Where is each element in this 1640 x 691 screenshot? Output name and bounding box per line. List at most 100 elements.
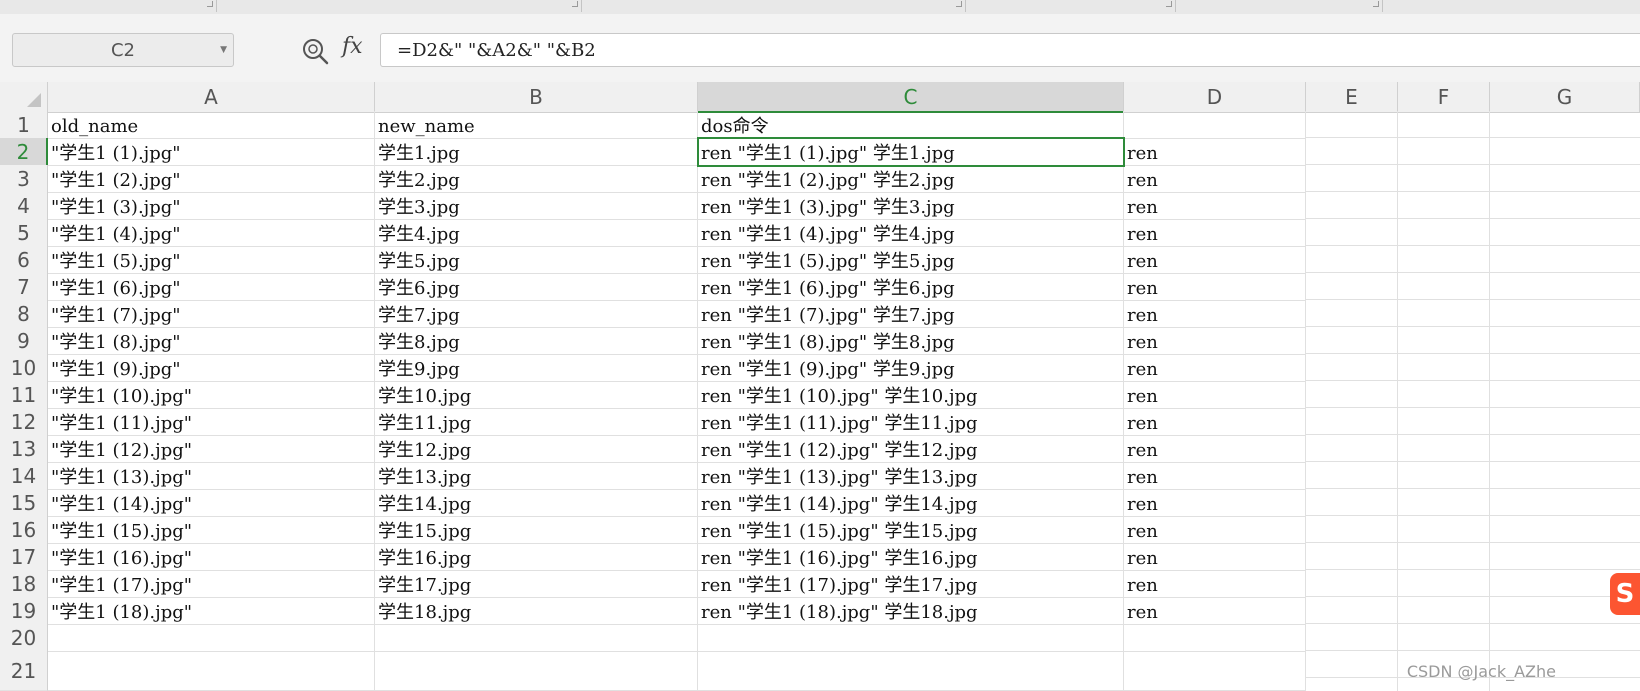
row-header[interactable]: 16 — [0, 516, 48, 544]
row-header[interactable]: 4 — [0, 192, 48, 220]
row-header[interactable]: 6 — [0, 246, 48, 274]
cell-b14[interactable]: 学生13.jpg — [375, 462, 698, 490]
row-header[interactable]: 2 — [0, 138, 48, 166]
cell-d14[interactable]: ren — [1124, 462, 1306, 490]
cell-b11[interactable]: 学生10.jpg — [375, 381, 698, 409]
cell-a4[interactable]: "学生1 (3).jpg" — [48, 192, 375, 220]
cell-a9[interactable]: "学生1 (8).jpg" — [48, 327, 375, 355]
name-box[interactable]: C2 ▼ — [12, 33, 234, 67]
cell-d17[interactable]: ren — [1124, 543, 1306, 571]
cell-a14[interactable]: "学生1 (13).jpg" — [48, 462, 375, 490]
cell-d5[interactable]: ren — [1124, 219, 1306, 247]
row-header[interactable]: 5 — [0, 219, 48, 247]
cell-c6[interactable]: ren "学生1 (5).jpg" 学生5.jpg — [698, 246, 1124, 274]
cell-a13[interactable]: "学生1 (12).jpg" — [48, 435, 375, 463]
cell-b18[interactable]: 学生17.jpg — [375, 570, 698, 598]
cell-a10[interactable]: "学生1 (9).jpg" — [48, 354, 375, 382]
column-header-g[interactable]: G — [1490, 82, 1640, 113]
row-header[interactable]: 19 — [0, 597, 48, 625]
cell-b7[interactable]: 学生6.jpg — [375, 273, 698, 301]
cell-d4[interactable]: ren — [1124, 192, 1306, 220]
row-header[interactable]: 17 — [0, 543, 48, 571]
row-header[interactable]: 18 — [0, 570, 48, 598]
row-header[interactable]: 1 — [0, 111, 48, 139]
cell-a12[interactable]: "学生1 (11).jpg" — [48, 408, 375, 436]
row-header[interactable]: 7 — [0, 273, 48, 301]
cell-c20[interactable] — [698, 624, 1124, 652]
row-header[interactable]: 12 — [0, 408, 48, 436]
cell-d11[interactable]: ren — [1124, 381, 1306, 409]
cell-c2[interactable]: ren "学生1 (1).jpg" 学生1.jpg — [698, 138, 1124, 166]
cell-a7[interactable]: "学生1 (6).jpg" — [48, 273, 375, 301]
cell-c14[interactable]: ren "学生1 (13).jpg" 学生13.jpg — [698, 462, 1124, 490]
row-header[interactable]: 13 — [0, 435, 48, 463]
cell-a16[interactable]: "学生1 (15).jpg" — [48, 516, 375, 544]
cell-d6[interactable]: ren — [1124, 246, 1306, 274]
cell-a11[interactable]: "学生1 (10).jpg" — [48, 381, 375, 409]
cell-d10[interactable]: ren — [1124, 354, 1306, 382]
cell-b20[interactable] — [375, 624, 698, 652]
column-header-e[interactable]: E — [1306, 82, 1398, 113]
cell-b2[interactable]: 学生1.jpg — [375, 138, 698, 166]
cell-d16[interactable]: ren — [1124, 516, 1306, 544]
column-header-d[interactable]: D — [1124, 82, 1306, 113]
function-icon[interactable]: fx — [342, 34, 363, 59]
cell-d21[interactable] — [1124, 651, 1306, 691]
cell-c9[interactable]: ren "学生1 (8).jpg" 学生8.jpg — [698, 327, 1124, 355]
cell-b17[interactable]: 学生16.jpg — [375, 543, 698, 571]
cell-b13[interactable]: 学生12.jpg — [375, 435, 698, 463]
cell-a21[interactable] — [48, 651, 375, 691]
cell-a8[interactable]: "学生1 (7).jpg" — [48, 300, 375, 328]
cell-b16[interactable]: 学生15.jpg — [375, 516, 698, 544]
cell-a6[interactable]: "学生1 (5).jpg" — [48, 246, 375, 274]
cell-c1[interactable]: dos命令 — [698, 111, 1124, 139]
cell-b8[interactable]: 学生7.jpg — [375, 300, 698, 328]
cell-b21[interactable] — [375, 651, 698, 691]
cell-b12[interactable]: 学生11.jpg — [375, 408, 698, 436]
cell-d13[interactable]: ren — [1124, 435, 1306, 463]
cell-d8[interactable]: ren — [1124, 300, 1306, 328]
cell-c3[interactable]: ren "学生1 (2).jpg" 学生2.jpg — [698, 165, 1124, 193]
cell-d7[interactable]: ren — [1124, 273, 1306, 301]
column-header-a[interactable]: A — [48, 82, 375, 113]
cell-d3[interactable]: ren — [1124, 165, 1306, 193]
cell-a2[interactable]: "学生1 (1).jpg" — [48, 138, 375, 166]
cell-b19[interactable]: 学生18.jpg — [375, 597, 698, 625]
cell-a19[interactable]: "学生1 (18).jpg" — [48, 597, 375, 625]
cell-d19[interactable]: ren — [1124, 597, 1306, 625]
cell-c7[interactable]: ren "学生1 (6).jpg" 学生6.jpg — [698, 273, 1124, 301]
row-header[interactable]: 21 — [0, 651, 48, 691]
cell-c18[interactable]: ren "学生1 (17).jpg" 学生17.jpg — [698, 570, 1124, 598]
cell-b1[interactable]: new_name — [375, 111, 698, 139]
cell-b9[interactable]: 学生8.jpg — [375, 327, 698, 355]
cell-d1[interactable] — [1124, 111, 1306, 139]
select-all-icon[interactable] — [0, 82, 48, 113]
cell-a15[interactable]: "学生1 (14).jpg" — [48, 489, 375, 517]
formula-input[interactable]: =D2&" "&A2&" "&B2 — [380, 33, 1640, 67]
cell-d20[interactable] — [1124, 624, 1306, 652]
cell-b6[interactable]: 学生5.jpg — [375, 246, 698, 274]
cell-a17[interactable]: "学生1 (16).jpg" — [48, 543, 375, 571]
row-header[interactable]: 11 — [0, 381, 48, 409]
cell-b10[interactable]: 学生9.jpg — [375, 354, 698, 382]
cell-d15[interactable]: ren — [1124, 489, 1306, 517]
cell-c11[interactable]: ren "学生1 (10).jpg" 学生10.jpg — [698, 381, 1124, 409]
row-header[interactable]: 8 — [0, 300, 48, 328]
row-header[interactable]: 10 — [0, 354, 48, 382]
cell-b5[interactable]: 学生4.jpg — [375, 219, 698, 247]
cell-c4[interactable]: ren "学生1 (3).jpg" 学生3.jpg — [698, 192, 1124, 220]
column-header-c[interactable]: C — [698, 82, 1124, 113]
cell-a5[interactable]: "学生1 (4).jpg" — [48, 219, 375, 247]
row-header[interactable]: 15 — [0, 489, 48, 517]
cell-c13[interactable]: ren "学生1 (12).jpg" 学生12.jpg — [698, 435, 1124, 463]
zoom-formula-icon[interactable] — [300, 36, 330, 66]
cell-d12[interactable]: ren — [1124, 408, 1306, 436]
cell-b4[interactable]: 学生3.jpg — [375, 192, 698, 220]
cell-d18[interactable]: ren — [1124, 570, 1306, 598]
cell-d9[interactable]: ren — [1124, 327, 1306, 355]
cell-a18[interactable]: "学生1 (17).jpg" — [48, 570, 375, 598]
cell-c16[interactable]: ren "学生1 (15).jpg" 学生15.jpg — [698, 516, 1124, 544]
cell-c12[interactable]: ren "学生1 (11).jpg" 学生11.jpg — [698, 408, 1124, 436]
cell-a1[interactable]: old_name — [48, 111, 375, 139]
cell-d2[interactable]: ren — [1124, 138, 1306, 166]
